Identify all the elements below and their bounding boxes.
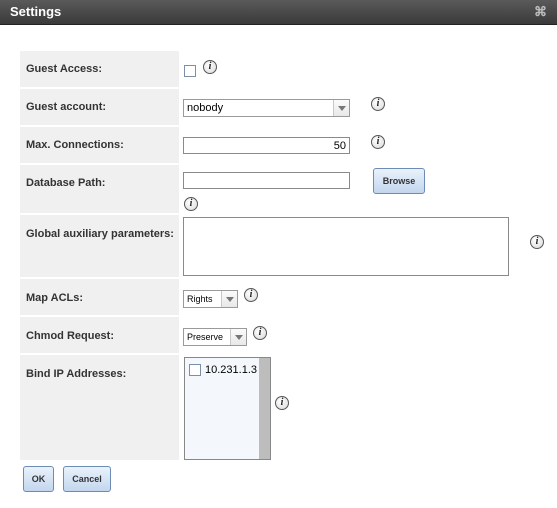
map-acls-select[interactable]: Rights [183,290,238,308]
bind-ip-option-checkbox[interactable] [189,364,201,376]
map-acls-info-icon[interactable]: i [244,288,258,302]
bind-ip-info-icon[interactable]: i [275,396,289,410]
max-connections-value-cell: 50 i [181,127,556,163]
chmod-request-value-cell: Preserve i [181,317,556,353]
max-connections-label-cell: Max. Connections: [20,127,179,163]
bind-ip-listbox[interactable]: 10.231.1.3 [184,357,271,460]
dropdown-arrow-icon[interactable] [221,291,237,307]
global-aux-label: Global auxiliary parameters: [26,228,174,240]
database-path-input[interactable] [183,172,350,189]
guest-account-value-cell: nobody i [181,89,556,125]
guest-account-label-cell: Guest account: [20,89,179,125]
global-aux-info-icon[interactable]: i [530,235,544,249]
guest-access-label-cell: Guest Access: [20,51,179,87]
dropdown-arrow-icon[interactable] [333,100,349,116]
guest-access-value-cell: i [181,51,556,87]
bind-ip-label: Bind IP Addresses: [26,368,127,380]
guest-access-checkbox[interactable] [184,65,196,77]
database-path-value-cell: Browse i [181,165,556,213]
bind-ip-value-cell: 10.231.1.3 i [181,355,556,460]
dropdown-arrow-icon[interactable] [230,329,246,345]
chmod-request-label: Chmod Request: [26,330,114,342]
map-acls-value: Rights [187,294,213,304]
chmod-request-label-cell: Chmod Request: [20,317,179,353]
guest-account-value: nobody [187,102,224,114]
guest-account-info-icon[interactable]: i [371,97,385,111]
dialog-title: Settings [10,4,62,19]
chmod-request-select[interactable]: Preserve [183,328,247,346]
close-icon[interactable]: ⌘ [534,4,547,20]
global-aux-textarea[interactable] [183,217,509,276]
guest-account-label: Guest account: [26,101,107,113]
browse-button[interactable]: Browse [373,168,425,194]
chmod-request-value: Preserve [187,332,224,342]
max-connections-label: Max. Connections: [26,139,124,151]
ok-button[interactable]: OK [23,466,54,492]
guest-access-label: Guest Access: [26,63,103,75]
map-acls-value-cell: Rights i [181,279,556,315]
guest-access-info-icon[interactable]: i [203,60,217,74]
cancel-button[interactable]: Cancel [63,466,111,492]
map-acls-label: Map ACLs: [26,292,84,304]
global-aux-value-cell: i [181,215,556,277]
dialog-titlebar: Settings ⌘ [0,0,557,25]
global-aux-label-cell: Global auxiliary parameters: [20,215,179,277]
max-connections-value: 50 [333,140,346,152]
bind-ip-label-cell: Bind IP Addresses: [20,355,179,460]
database-path-label: Database Path: [26,177,106,189]
bind-ip-option-label[interactable]: 10.231.1.3 [205,364,257,376]
chmod-request-info-icon[interactable]: i [253,326,267,340]
bind-ip-scrollbar[interactable] [259,358,270,459]
max-connections-info-icon[interactable]: i [371,135,385,149]
database-path-info-icon[interactable]: i [184,197,198,211]
database-path-label-cell: Database Path: [20,165,179,213]
guest-account-select[interactable]: nobody [183,99,350,117]
map-acls-label-cell: Map ACLs: [20,279,179,315]
max-connections-input[interactable]: 50 [183,137,350,154]
